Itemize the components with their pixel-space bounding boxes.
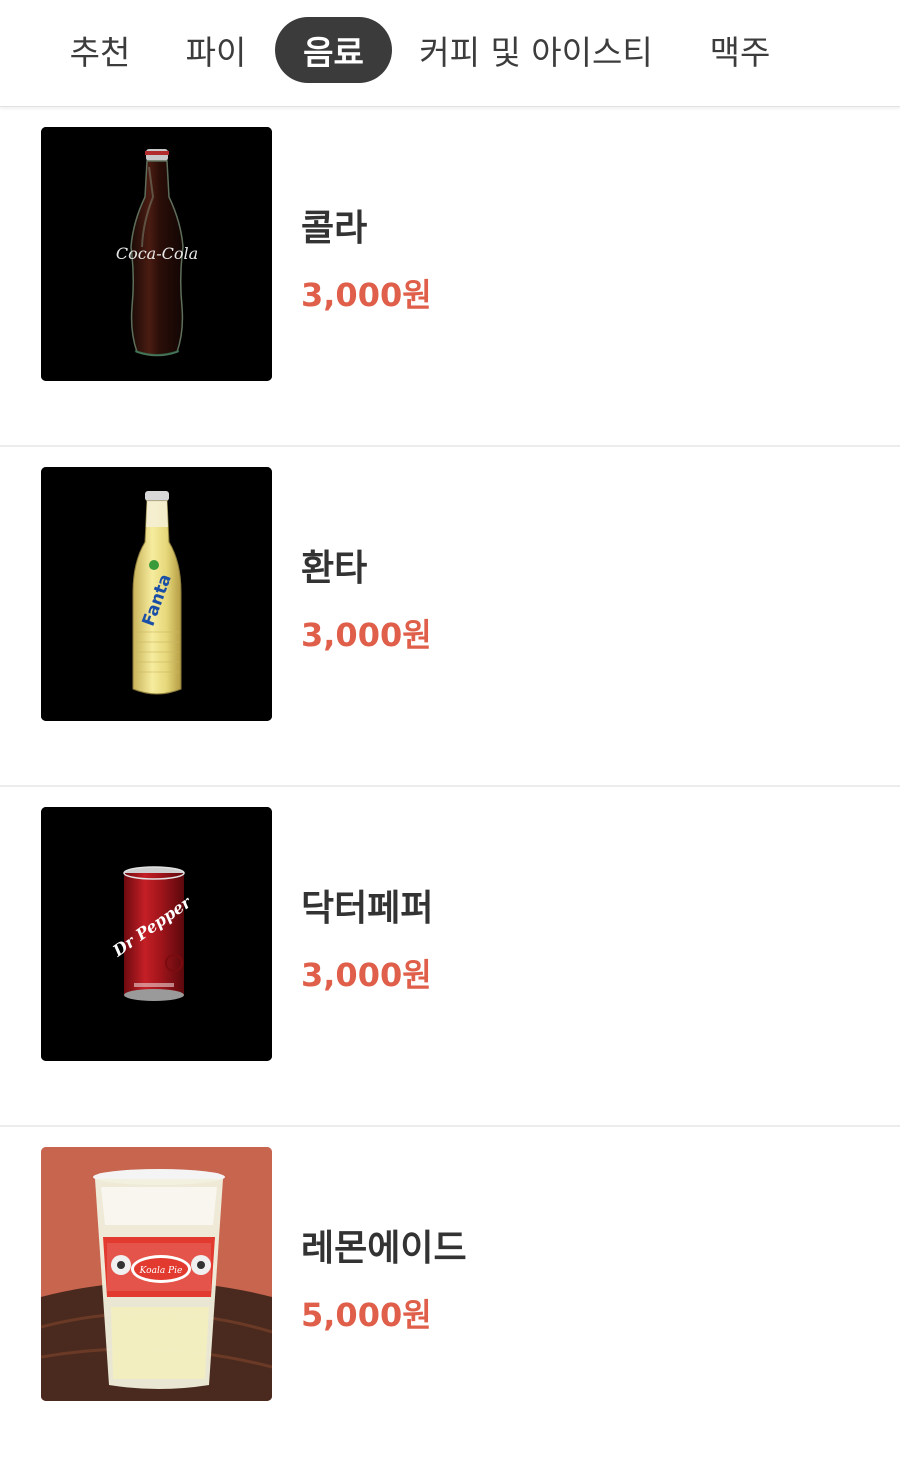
tab-recommended[interactable]: 추천 (52, 17, 148, 83)
item-price: 3,000원 (301, 616, 432, 654)
lemonade-cup-icon: Koala Pie (41, 1147, 272, 1401)
cola-logo: Coca-Cola (116, 244, 198, 263)
tab-drinks[interactable]: 음료 (275, 17, 392, 83)
item-price: 3,000원 (301, 276, 432, 314)
item-name: 레몬에이드 (301, 1228, 467, 1269)
item-name: 닥터페퍼 (301, 888, 434, 929)
tab-beer[interactable]: 맥주 (690, 17, 790, 83)
lemonade-cup-image: Koala Pie (41, 1147, 272, 1401)
tab-pie[interactable]: 파이 (168, 17, 264, 83)
menu-item-lemonade[interactable]: Koala Pie 레몬에이드 5,000원 (0, 1127, 900, 1467)
menu-item-dr-pepper[interactable]: Dr Pepper 닥터페퍼 3,000원 (0, 787, 900, 1127)
koala-pie-logo: Koala Pie (139, 1266, 183, 1276)
category-tab-bar: 추천 파이 음료 커피 및 아이스티 맥주 (0, 0, 900, 107)
dr-pepper-can-image: Dr Pepper (41, 807, 272, 1061)
item-name: 콜라 (301, 208, 368, 249)
item-name: 환타 (301, 548, 368, 589)
dr-pepper-can-icon: Dr Pepper (41, 807, 272, 1061)
fanta-bottle-image: Fanta (41, 467, 272, 721)
fanta-bottle-icon: Fanta (41, 467, 272, 721)
menu-item-cola[interactable]: Coca-Cola 콜라 3,000원 (0, 107, 900, 447)
menu-item-fanta[interactable]: Fanta 환타 3,000원 (0, 447, 900, 787)
cola-bottle-image: Coca-Cola (41, 127, 272, 381)
item-price: 5,000원 (301, 1296, 432, 1334)
tab-coffee-and-iced-tea[interactable]: 커피 및 아이스티 (408, 17, 664, 83)
item-price: 3,000원 (301, 956, 432, 994)
cola-bottle-icon: Coca-Cola (41, 127, 272, 381)
